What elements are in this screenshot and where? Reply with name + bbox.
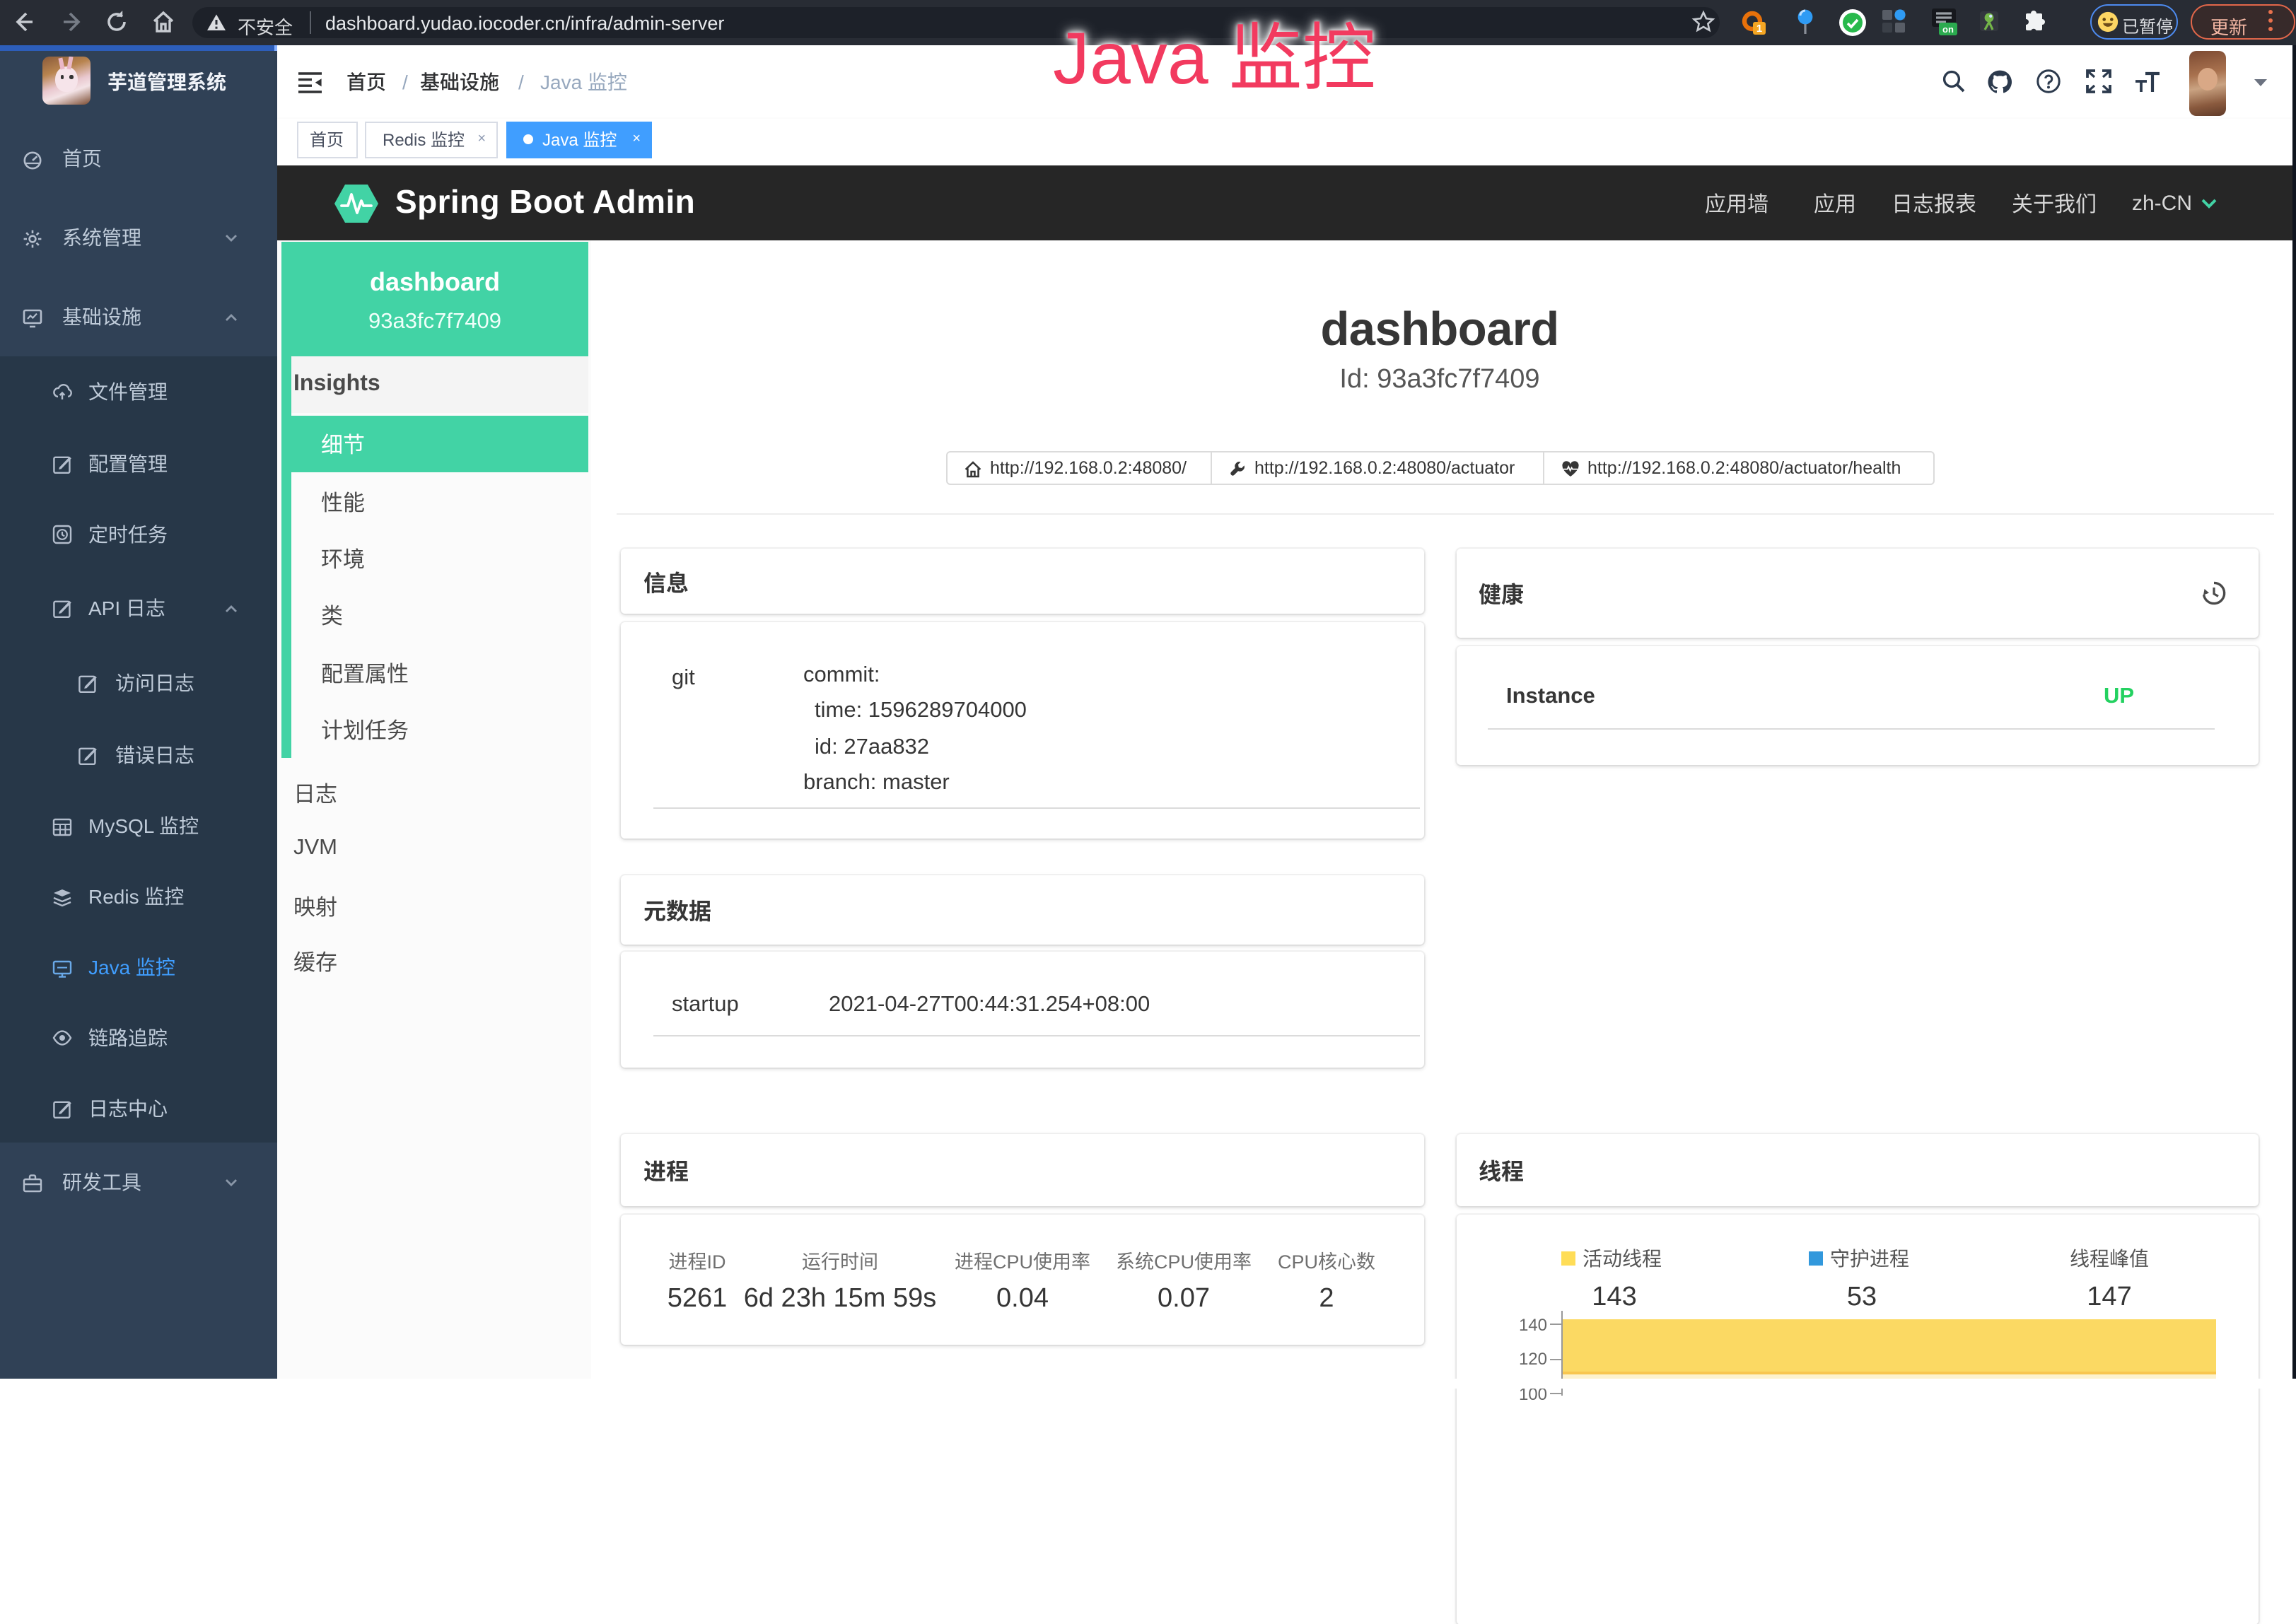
svg-text:on: on: [1942, 24, 1954, 35]
svg-text:1: 1: [1756, 22, 1762, 34]
